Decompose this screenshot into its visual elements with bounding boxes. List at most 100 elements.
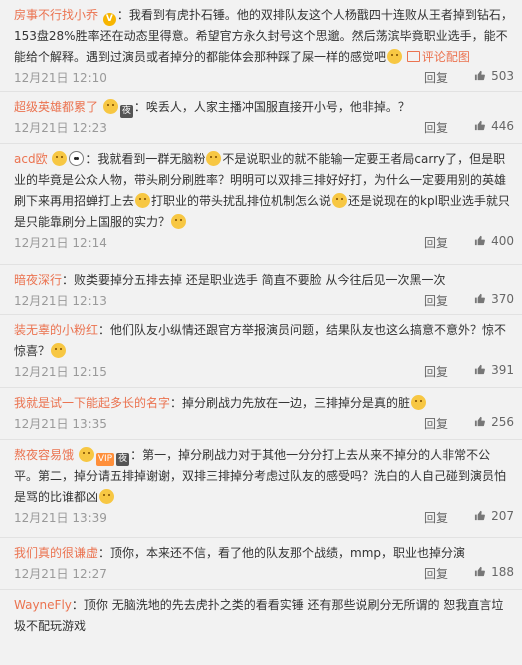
comment-username[interactable]: WayneFly xyxy=(14,598,72,612)
like-button[interactable]: 446 xyxy=(454,119,514,133)
comment-text: ：败类要掉分五排去掉 还是职业选手 简直不要脸 从今往后见一次黑一次 xyxy=(62,273,446,287)
like-button[interactable]: 256 xyxy=(454,415,514,429)
comment-body: 超级英雄都累了 夜：唉丢人，人家主播冲国服直接开小号，他非掉。？ xyxy=(14,97,514,118)
like-count: 391 xyxy=(491,363,514,377)
comment-username[interactable]: 我们真的很谦虚 xyxy=(14,546,98,560)
reply-button[interactable]: 回复 xyxy=(424,565,448,582)
hand-emoji-icon xyxy=(102,99,118,114)
comment-time: 12月21日 12:10 xyxy=(14,71,107,85)
smiley-emoji-icon xyxy=(99,489,115,504)
comment-meta: 12月21日 12:23 回复 446 xyxy=(14,118,514,144)
thumb-up-icon xyxy=(475,510,486,521)
comment-username[interactable]: acd欧 xyxy=(14,152,48,166)
comment-time: 12月21日 12:13 xyxy=(14,294,107,308)
thumb-up-icon xyxy=(475,235,486,246)
comment-username[interactable]: 房事不行找小乔 xyxy=(14,8,98,22)
comment-picture-link[interactable]: 评论配图 xyxy=(406,50,470,64)
like-button[interactable]: 370 xyxy=(454,292,514,306)
thumb-up-icon xyxy=(475,70,486,81)
comment-username[interactable]: 超级英雄都累了 xyxy=(14,100,98,114)
hand-emoji-icon xyxy=(78,447,94,462)
comment-list: 房事不行找小乔 V ：我看到有虎扑石锤。他的双排队友这个人杨戬四十连败从王者掉到钻… xyxy=(0,0,522,650)
smiley-emoji-icon xyxy=(332,193,348,208)
comment-meta: 12月21日 13:39 回复 207 xyxy=(14,508,514,534)
comment-item: 熬夜容易饿 VIP 夜：第一，掉分刷战力对于其他一分分打上去从来不掉分的人非常不公… xyxy=(0,440,522,538)
comment-username[interactable]: 装无辜的小粉红 xyxy=(14,323,98,337)
reply-button[interactable]: 回复 xyxy=(424,363,448,380)
comment-item: 我们真的很谦虚：顶你，本来还不信，看了他的队友那个战绩，mmp，职业也掉分演 1… xyxy=(0,538,522,590)
comment-meta: 12月21日 12:13 回复 370 xyxy=(14,291,514,317)
comment-time: 12月21日 12:27 xyxy=(14,567,107,581)
panda-emoji-icon xyxy=(69,151,85,166)
like-count: 188 xyxy=(491,565,514,579)
reply-button[interactable]: 回复 xyxy=(424,509,448,526)
smiley-emoji-icon xyxy=(411,395,427,410)
comment-text: ：唉丢人，人家主播冲国服直接开小号，他非掉。？ xyxy=(133,100,410,114)
like-count: 503 xyxy=(491,69,514,83)
reply-button[interactable]: 回复 xyxy=(424,234,448,251)
like-count: 446 xyxy=(491,119,514,133)
thumb-up-icon xyxy=(475,293,486,304)
comment-body: 熬夜容易饿 VIP 夜：第一，掉分刷战力对于其他一分分打上去从来不掉分的人非常不公… xyxy=(14,445,514,508)
comment-time: 12月21日 12:14 xyxy=(14,236,107,250)
comment-meta: 12月21日 12:14 回复 400 xyxy=(14,233,514,259)
picture-icon xyxy=(406,51,420,62)
comment-meta: 12月21日 13:35 回复 256 xyxy=(14,414,514,440)
comment-body: 装无辜的小粉红：他们队友小纵情还跟官方举报演员问题，结果队友也这么搞意不意外？惊… xyxy=(14,320,514,362)
comment-username[interactable]: 熬夜容易饿 xyxy=(14,448,74,462)
comment-time: 12月21日 13:35 xyxy=(14,417,107,431)
smiley-emoji-icon xyxy=(206,151,222,166)
like-count: 256 xyxy=(491,415,514,429)
comment-body: 暗夜深行：败类要掉分五排去掉 还是职业选手 简直不要脸 从今往后见一次黑一次 xyxy=(14,270,514,291)
comment-body: 我就是试一下能起多长的名字：掉分刷战力先放在一边，三排掉分是真的脏 xyxy=(14,393,514,414)
like-count: 400 xyxy=(491,234,514,248)
comment-body: 我们真的很谦虚：顶你，本来还不信，看了他的队友那个战绩，mmp，职业也掉分演 xyxy=(14,543,514,564)
comment-item: 超级英雄都累了 夜：唉丢人，人家主播冲国服直接开小号，他非掉。？ 12月21日 … xyxy=(0,92,522,144)
comment-text: 打职业的带头扰乱排位机制怎么说 xyxy=(151,194,332,208)
smiley-emoji-icon xyxy=(135,193,151,208)
comment-body: acd欧 ：我就看到一群无脑粉 不是说职业的就不能输一定要王者局carry了，但是… xyxy=(14,149,514,233)
comment-item: 我就是试一下能起多长的名字：掉分刷战力先放在一边，三排掉分是真的脏 12月21日… xyxy=(0,388,522,440)
like-button[interactable]: 188 xyxy=(454,565,514,579)
comment-text: ：掉分刷战力先放在一边，三排掉分是真的脏 xyxy=(170,396,411,410)
comment-item: 房事不行找小乔 V ：我看到有虎扑石锤。他的双排队友这个人杨戬四十连败从王者掉到钻… xyxy=(0,0,522,92)
reply-button[interactable]: 回复 xyxy=(424,119,448,136)
comment-meta: 12月21日 12:27 回复 188 xyxy=(14,564,514,590)
night-badge-icon: 夜 xyxy=(116,453,130,466)
comment-username[interactable]: 我就是试一下能起多长的名字 xyxy=(14,396,170,410)
reply-button[interactable]: 回复 xyxy=(424,292,448,309)
thumb-up-icon xyxy=(475,364,486,375)
like-button[interactable]: 391 xyxy=(454,363,514,377)
comment-username[interactable]: 暗夜深行 xyxy=(14,273,62,287)
smiley-emoji-icon xyxy=(171,214,187,229)
comment-item: WayneFly：顶你 无脑洗地的先去虎扑之类的看看实锤 还有那些说刷分无所谓的… xyxy=(0,590,522,650)
thumb-up-icon xyxy=(475,566,486,577)
vip-badge-icon: VIP xyxy=(95,453,115,466)
night-badge-icon: 夜 xyxy=(119,105,133,118)
thumb-up-icon xyxy=(475,416,486,427)
comment-item: acd欧 ：我就看到一群无脑粉 不是说职业的就不能输一定要王者局carry了，但是… xyxy=(0,144,522,265)
picture-link-label: 评论配图 xyxy=(421,50,470,64)
like-button[interactable]: 400 xyxy=(454,234,514,248)
comment-text: ：我就看到一群无脑粉 xyxy=(85,152,206,166)
comment-meta: 12月21日 12:15 回复 391 xyxy=(14,362,514,388)
like-count: 207 xyxy=(491,509,514,523)
comment-body: WayneFly：顶你 无脑洗地的先去虎扑之类的看看实锤 还有那些说刷分无所谓的… xyxy=(14,595,514,637)
smiley-emoji-icon xyxy=(387,49,403,64)
like-button[interactable]: 503 xyxy=(454,69,514,83)
like-button[interactable]: 207 xyxy=(454,509,514,523)
smiley-emoji-icon xyxy=(51,343,67,358)
comment-meta: 12月21日 12:10 回复 503 xyxy=(14,68,514,94)
comment-body: 房事不行找小乔 V ：我看到有虎扑石锤。他的双排队友这个人杨戬四十连败从王者掉到钻… xyxy=(14,5,514,68)
comment-text: ：顶你 无脑洗地的先去虎扑之类的看看实锤 还有那些说刷分无所谓的 恕我直言垃圾不… xyxy=(14,598,504,633)
comment-item: 装无辜的小粉红：他们队友小纵情还跟官方举报演员问题，结果队友也这么搞意不意外？惊… xyxy=(0,315,522,388)
comment-time: 12月21日 12:23 xyxy=(14,121,107,135)
comment-text: ：顶你，本来还不信，看了他的队友那个战绩，mmp，职业也掉分演 xyxy=(98,546,466,560)
reply-button[interactable]: 回复 xyxy=(424,69,448,86)
reply-button[interactable]: 回复 xyxy=(424,415,448,432)
like-count: 370 xyxy=(491,292,514,306)
hand-emoji-icon xyxy=(52,151,68,166)
comment-item: 暗夜深行：败类要掉分五排去掉 还是职业选手 简直不要脸 从今往后见一次黑一次 1… xyxy=(0,265,522,315)
comment-time: 12月21日 12:15 xyxy=(14,365,107,379)
thumb-up-icon xyxy=(475,120,486,131)
